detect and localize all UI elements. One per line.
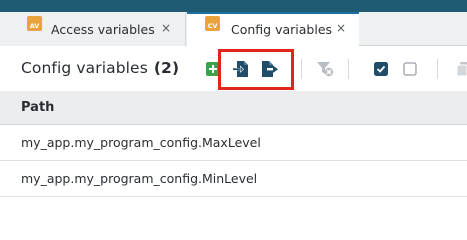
close-icon[interactable]: × — [161, 21, 171, 35]
deselect-all-button[interactable] — [401, 60, 419, 78]
toolbar-separator — [437, 59, 438, 79]
column-header-path[interactable]: Path — [21, 100, 54, 115]
table-row[interactable]: my_app.my_program_config.MinLevel — [0, 161, 467, 197]
page-title: Config variables (2) — [21, 59, 179, 77]
path-cell: my_app.my_program_config.MinLevel — [21, 171, 258, 186]
tab-access-variables-label: Access variables — [51, 22, 155, 37]
import-export-highlight — [218, 49, 294, 90]
toolbar-separator — [301, 59, 302, 79]
checkbox-checked-icon — [374, 62, 388, 76]
select-all-button[interactable] — [372, 60, 390, 78]
tab-config-variables[interactable]: CV Config variables × — [187, 12, 359, 47]
config-variables-tab-icon: CV — [205, 16, 220, 31]
clear-filter-button[interactable] — [316, 60, 334, 78]
close-icon[interactable]: × — [336, 21, 346, 35]
window-top-bar — [0, 0, 467, 12]
tab-config-variables-label: Config variables — [231, 22, 333, 37]
path-cell: my_app.my_program_config.MaxLevel — [21, 135, 261, 150]
variable-count: (2) — [153, 59, 180, 77]
table-header: Path — [0, 91, 467, 125]
page-title-text: Config variables — [21, 59, 148, 77]
tab-bar: AV Access variables × CV Config variable… — [0, 12, 467, 47]
access-variables-tab-icon: AV — [27, 16, 42, 31]
copy-button[interactable] — [455, 60, 467, 78]
tab-access-variables[interactable]: AV Access variables × — [0, 12, 186, 46]
toolbar-separator — [348, 59, 349, 79]
filter-clear-icon — [317, 62, 334, 77]
table-row[interactable]: my_app.my_program_config.MaxLevel — [0, 125, 467, 161]
checkbox-unchecked-icon — [403, 62, 417, 76]
copy-icon — [456, 62, 467, 77]
